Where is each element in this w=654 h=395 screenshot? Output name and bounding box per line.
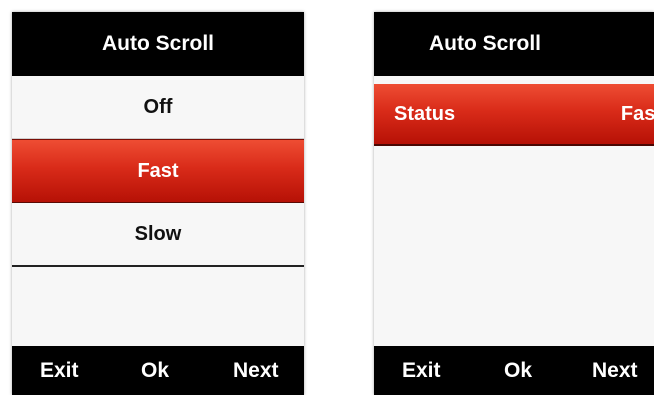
next-button[interactable]: Next — [233, 346, 279, 395]
next-button[interactable]: Next — [592, 346, 638, 395]
option-off[interactable]: Off — [12, 76, 304, 139]
option-label: Off — [143, 95, 173, 118]
scene: Auto Scroll Off Fast Slow Exit Ok Next A… — [0, 0, 654, 395]
ok-button[interactable]: Ok — [141, 346, 169, 395]
status-value: Fast — [620, 102, 654, 125]
next-label: Next — [592, 358, 638, 382]
exit-button[interactable]: Exit — [402, 346, 441, 395]
option-fast[interactable]: Fast — [12, 139, 304, 203]
ok-button[interactable]: Ok — [504, 346, 532, 395]
next-label: Next — [233, 358, 279, 382]
exit-label: Exit — [40, 358, 79, 382]
status-row[interactable]: Status Fast — [374, 84, 654, 146]
option-list: Off Fast Slow — [12, 76, 304, 267]
exit-button[interactable]: Exit — [40, 346, 79, 395]
option-label: Slow — [134, 222, 182, 245]
auto-scroll-status-screen: Auto Scroll Status Fast Exit Ok Next — [374, 12, 654, 395]
option-label: Fast — [137, 159, 179, 182]
ok-label: Ok — [141, 358, 170, 382]
exit-label: Exit — [402, 358, 441, 382]
status-label: Status — [394, 102, 456, 125]
title-bar: Auto Scroll — [12, 12, 304, 76]
page-title: Auto Scroll — [101, 32, 214, 55]
softkey-bar: Exit Ok Next — [12, 346, 304, 395]
option-slow[interactable]: Slow — [12, 203, 304, 267]
page-title: Auto Scroll — [428, 32, 541, 55]
softkey-bar: Exit Ok Next — [374, 346, 654, 395]
ok-label: Ok — [504, 358, 533, 382]
title-bar: Auto Scroll — [374, 12, 654, 76]
auto-scroll-options-screen: Auto Scroll Off Fast Slow Exit Ok Next — [12, 12, 304, 395]
